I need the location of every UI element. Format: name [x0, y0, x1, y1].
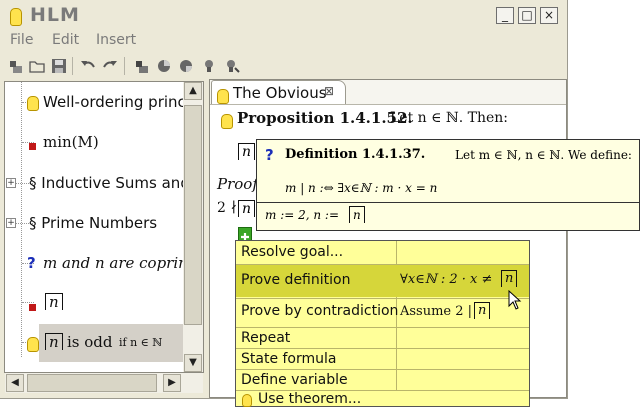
red-square-icon	[29, 136, 36, 154]
proof-line: 2 ∤	[217, 200, 238, 216]
tooltip-heading: Definition 1.4.1.37.	[285, 147, 426, 162]
maximize-button[interactable]: □	[518, 7, 536, 24]
tree-item-label: § Prime Numbers	[29, 214, 158, 232]
question-icon: ?	[265, 146, 274, 164]
scroll-left-arrow[interactable]: ◀	[6, 374, 24, 392]
scroll-right-arrow[interactable]: ▶	[163, 374, 181, 392]
minimize-button[interactable]: _	[496, 7, 514, 24]
boxed-n: n	[45, 333, 63, 350]
new-theorem-icon[interactable]	[9, 58, 25, 74]
tab-title: The Obvious	[233, 84, 327, 102]
menu-item-label: Prove definition	[241, 272, 351, 288]
proposition-boxed-n[interactable]: n	[238, 143, 256, 160]
bulb-icon	[27, 334, 39, 352]
tree-item-label: Well-ordering princip	[43, 93, 200, 111]
window-title: HLM	[30, 4, 80, 26]
menu-item-resolve-goal[interactable]: Resolve goal...	[236, 241, 529, 263]
menu-item-label: State formula	[241, 351, 337, 367]
tree-guide-line	[21, 82, 23, 357]
menu-file[interactable]: File	[10, 32, 33, 48]
mouse-cursor-icon	[508, 289, 522, 314]
menu-item-label: Define variable	[241, 372, 348, 388]
tree-item-label: is odd	[67, 333, 113, 351]
theory-tree[interactable]: Well-ordering princip min(M) + § Inducti…	[4, 81, 204, 373]
add-icon[interactable]	[238, 227, 252, 241]
title-bar[interactable]	[0, 0, 567, 30]
menu-insert[interactable]: Insert	[96, 32, 136, 48]
pie-alt-icon[interactable]	[178, 58, 194, 74]
tree-item-label: n	[45, 293, 63, 310]
bulb-tools-icon[interactable]	[224, 58, 240, 74]
tree-item-label: min(M)	[43, 133, 99, 151]
app-bulb-icon	[10, 6, 22, 26]
red-square-icon	[29, 297, 36, 315]
menu-item-detail: ∀x∈ℕ : 2 · x ≠	[400, 272, 493, 287]
bulb-icon	[27, 94, 39, 112]
menu-item-boxed-n: n	[474, 302, 491, 319]
expand-toggle[interactable]: +	[6, 218, 16, 228]
add-item-icon[interactable]	[134, 58, 150, 74]
menu-item-boxed-n: n	[501, 270, 518, 287]
menu-item-define-variable[interactable]: Define variable	[236, 370, 529, 390]
scroll-down-arrow[interactable]: ▼	[184, 354, 202, 372]
menu-item-state-formula[interactable]: State formula	[236, 349, 529, 369]
tree-item-label: m and n are coprime	[43, 254, 202, 272]
definition-tooltip: ? Definition 1.4.1.37. Let m ∈ ℕ, n ∈ ℕ.…	[256, 139, 640, 231]
close-button[interactable]: ×	[540, 7, 558, 24]
bulb-check-icon[interactable]	[202, 58, 218, 74]
proposition-heading: Proposition 1.4.1.52.	[237, 109, 413, 127]
menu-edit[interactable]: Edit	[52, 32, 79, 48]
bulb-icon	[242, 392, 252, 408]
proof-line-boxed-n[interactable]: n	[238, 200, 256, 217]
tooltip-divider	[257, 202, 639, 203]
menu-item-detail: Assume 2 |	[400, 304, 473, 319]
menu-item-label: Repeat	[241, 330, 291, 346]
context-menu[interactable]: Resolve goal... Prove definition ∀x∈ℕ : …	[235, 240, 530, 407]
undo-icon[interactable]	[80, 58, 96, 74]
menu-item-prove-by-contradiction[interactable]: Prove by contradiction Assume 2 | n	[236, 299, 529, 326]
tab-the-obvious[interactable]: The Obvious ⊠	[211, 80, 346, 104]
menu-item-label: Resolve goal...	[241, 244, 344, 260]
bulb-icon	[217, 86, 229, 105]
tab-close-icon[interactable]: ⊠	[324, 84, 334, 98]
horizontal-scroll-thumb[interactable]	[27, 374, 157, 392]
menu-item-label: Use theorem...	[258, 391, 362, 407]
menu-item-label: Prove by contradiction	[241, 303, 399, 319]
toolbar-separator	[124, 57, 125, 75]
bulb-icon	[221, 111, 233, 130]
scroll-up-arrow[interactable]: ▲	[184, 82, 202, 100]
menu-item-repeat[interactable]: Repeat	[236, 328, 529, 348]
vertical-scroll-thumb[interactable]	[184, 105, 202, 325]
save-icon[interactable]	[51, 58, 67, 74]
tree-item-sublabel: if n ∈ ℕ	[119, 336, 163, 349]
pie-icon[interactable]	[156, 58, 172, 74]
toolbar-separator	[72, 57, 73, 75]
question-icon: ?	[27, 254, 36, 272]
tooltip-assignment: m := 2, n :=	[265, 208, 340, 222]
proposition-text: Let n ∈ ℕ. Then:	[390, 110, 509, 126]
expand-toggle[interactable]: +	[6, 178, 16, 188]
menu-item-prove-definition[interactable]: Prove definition ∀x∈ℕ : 2 · x ≠ n	[236, 265, 529, 297]
tree-item-label: § Inductive Sums and	[29, 174, 190, 192]
tooltip-boxed-n: n	[349, 206, 365, 223]
redo-icon[interactable]	[102, 58, 118, 74]
tooltip-formula: m | n :⇔ ∃x∈ℕ : m · x = n	[285, 181, 438, 195]
menu-item-use-theorem[interactable]: Use theorem...	[236, 391, 529, 407]
open-folder-icon[interactable]	[29, 58, 45, 74]
tooltip-text: Let m ∈ ℕ, n ∈ ℕ. We define:	[455, 148, 632, 162]
